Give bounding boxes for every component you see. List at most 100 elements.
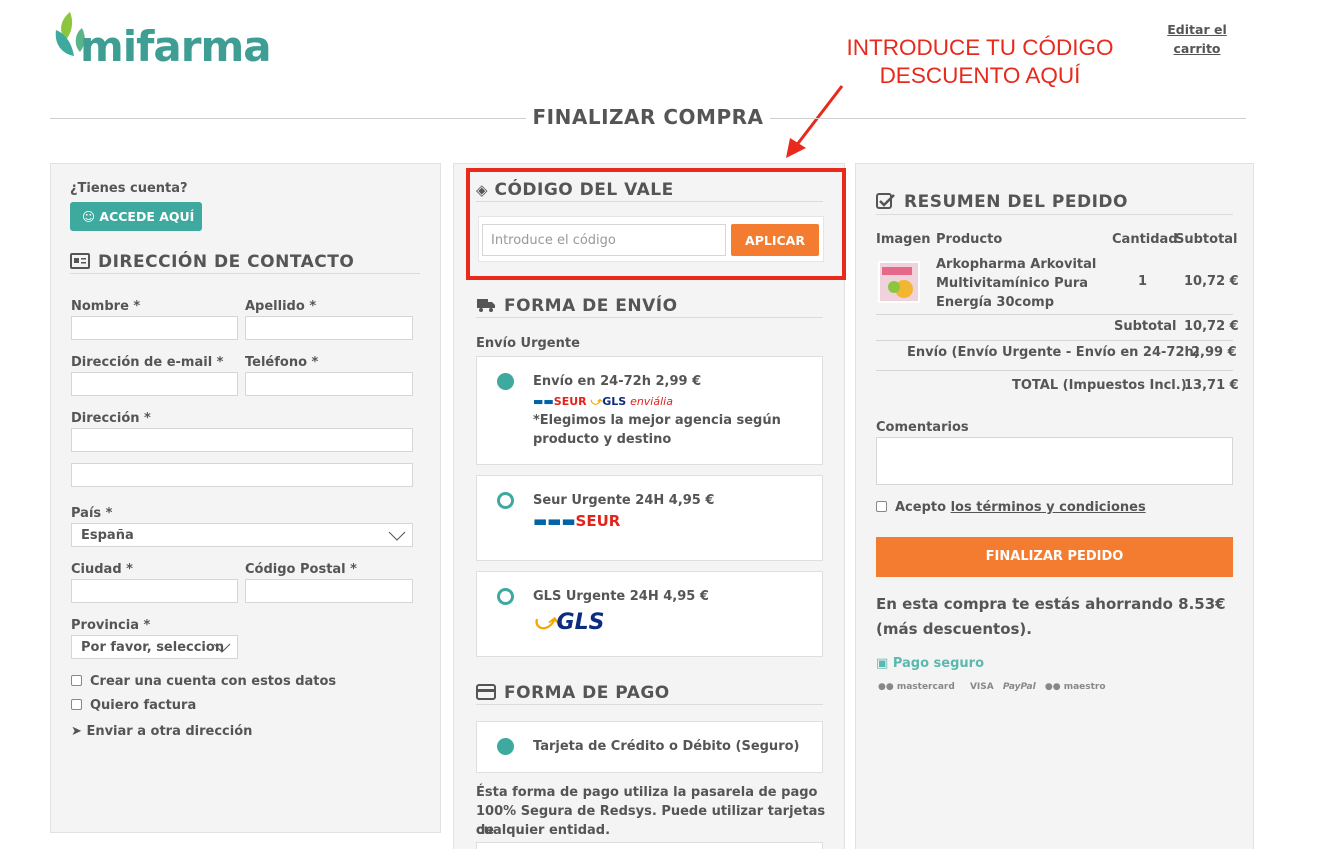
codigo-postal-input[interactable]: [245, 579, 413, 603]
payment-radio-card[interactable]: [497, 738, 514, 755]
create-account-row[interactable]: Crear una cuenta con estos datos: [71, 674, 336, 689]
email-input[interactable]: [71, 372, 238, 396]
finish-order-button[interactable]: FINALIZAR PEDIDO: [876, 537, 1233, 577]
pais-label: País *: [71, 506, 113, 521]
payment-option-card[interactable]: Tarjeta de Crédito o Débito (Seguro): [476, 721, 823, 773]
shipping-radio-seur[interactable]: [497, 492, 514, 509]
secure-payment-text: Pago seguro: [892, 656, 984, 671]
red-arrow-icon: [786, 85, 844, 158]
lock-icon: ▣: [876, 656, 889, 671]
payment-section-title: FORMA DE PAGO: [476, 683, 670, 703]
col-header-image: Imagen: [876, 232, 931, 247]
page-title: FINALIZAR COMPRA: [532, 105, 764, 129]
payment-card-logos: ●● mastercard VISA PayPal ●● maestro: [878, 682, 1118, 692]
invoice-label: Quiero factura: [90, 698, 197, 713]
logo-wordmark: mifarma: [80, 22, 272, 71]
shipping-group-label: Envío Urgente: [476, 336, 580, 351]
contact-title-text: DIRECCIÓN DE CONTACTO: [98, 252, 355, 272]
product-name-line-3: Energía 30comp: [936, 295, 1055, 310]
terms-link[interactable]: los términos y condiciones: [951, 500, 1146, 515]
product-name-line-1: Arkopharma Arkovital: [936, 257, 1097, 272]
payment-description-line-3: cualquier entidad.: [476, 823, 611, 838]
edit-cart-link[interactable]: Editar el carrito: [1160, 20, 1234, 58]
invoice-checkbox[interactable]: [71, 699, 82, 710]
direccion-line2-input[interactable]: [71, 463, 413, 487]
mastercard-icon: ●● mastercard: [878, 682, 955, 692]
product-name[interactable]: Arkopharma Arkovital Multivitamínico Pur…: [936, 255, 1096, 312]
total-label: TOTAL (Impuestos Incl.): [1012, 378, 1187, 393]
truck-icon: [477, 299, 495, 312]
shipping-note-line-1: *Elegimos la mejor agencia según: [533, 413, 781, 428]
summary-rule-2: [876, 340, 1233, 341]
product-price: 10,72 €: [1184, 274, 1239, 289]
nombre-input[interactable]: [71, 316, 238, 340]
mifarma-logo[interactable]: mifarma: [52, 10, 292, 74]
ciudad-label: Ciudad *: [71, 562, 133, 577]
gls-logo: ⤻GLS: [533, 610, 605, 635]
invoice-row[interactable]: Quiero factura: [71, 698, 196, 713]
shipping-option-standard[interactable]: Envío en 24-72h 2,99 € ▬▬SEUR ⤻GLS enviá…: [476, 356, 823, 465]
product-name-line-2: Multivitamínico Pura: [936, 276, 1089, 291]
send-other-address-link[interactable]: ➤ Enviar a otra dirección: [71, 724, 252, 739]
gls-logo-text: GLS: [556, 610, 605, 635]
shipping-cost-label: Envío (Envío Urgente - Envío en 24-72h): [907, 345, 1200, 360]
create-account-checkbox[interactable]: [71, 675, 82, 686]
shipping-option-seur[interactable]: Seur Urgente 24H 4,95 € ▬▬▬SEUR: [476, 475, 823, 561]
summary-title-text: RESUMEN DEL PEDIDO: [904, 192, 1128, 212]
shipping-section-title: FORMA DE ENVÍO: [476, 296, 678, 316]
shipping-option-gls[interactable]: GLS Urgente 24H 4,95 € ⤻GLS: [476, 571, 823, 657]
summary-rule-1: [876, 314, 1233, 315]
codigo-postal-label: Código Postal *: [245, 562, 357, 577]
payment-description-line-1: Ésta forma de pago utiliza la pasarela d…: [476, 785, 818, 800]
nombre-label: Nombre *: [71, 299, 141, 314]
chevron-down-icon: [388, 531, 406, 541]
shipping-column: ◈ CÓDIGO DEL VALE Introduce el código AP…: [453, 163, 846, 849]
terms-row[interactable]: Acepto los términos y condiciones: [876, 500, 1146, 515]
terms-prefix: Acepto: [895, 500, 947, 515]
email-label: Dirección de e-mail *: [71, 355, 224, 370]
product-qty: 1: [1138, 274, 1148, 289]
savings-line-1: En esta compra te estás ahorrando 8.53€: [876, 595, 1226, 613]
ciudad-input[interactable]: [71, 579, 238, 603]
chevron-down-icon: [213, 643, 231, 653]
paypal-icon: PayPal: [1002, 682, 1036, 692]
provincia-select[interactable]: Por favor, seleccion: [71, 635, 238, 659]
apellido-input[interactable]: [245, 316, 413, 340]
visa-icon: VISA: [969, 682, 994, 692]
title-divider-left: [50, 118, 526, 119]
col-header-qty: Cantidad: [1112, 232, 1178, 247]
send-other-label: Enviar a otra dirección: [86, 724, 253, 739]
savings-line-2: (más descuentos).: [876, 620, 1032, 638]
summary-section-title: RESUMEN DEL PEDIDO: [876, 192, 1128, 212]
col-header-product: Producto: [936, 232, 1003, 247]
contact-divider: [70, 273, 420, 274]
direccion-input[interactable]: [71, 428, 413, 452]
annotation-line-2: DESCUENTO AQUÍ: [879, 63, 1081, 88]
credit-card-icon: [476, 684, 496, 700]
have-account-label: ¿Tienes cuenta?: [70, 181, 188, 196]
shipping-note-line-2: producto y destino: [533, 432, 672, 447]
shipping-radio-standard[interactable]: [497, 373, 514, 390]
contact-column: ¿Tienes cuenta? ☺ ACCEDE AQUÍ DIRECCIÓN …: [50, 163, 441, 833]
annotation-highlight-box: [466, 168, 846, 280]
provincia-label: Provincia *: [71, 618, 151, 633]
shipping-radio-gls[interactable]: [497, 588, 514, 605]
total-value: 13,71 €: [1184, 378, 1239, 393]
col-header-subtotal: Subtotal: [1175, 232, 1238, 247]
id-card-icon: [70, 253, 90, 269]
savings-message: En esta compra te estás ahorrando 8.53€ …: [876, 592, 1233, 642]
shipping-cost-value: 2,99 €: [1191, 345, 1237, 360]
summary-divider: [876, 214, 1233, 215]
telefono-input[interactable]: [245, 372, 413, 396]
pais-select[interactable]: España: [71, 523, 413, 547]
payment-title-text: FORMA DE PAGO: [504, 683, 670, 703]
annotation-line-1: INTRODUCE TU CÓDIGO: [846, 35, 1114, 60]
user-icon: ☺: [82, 209, 96, 224]
terms-checkbox[interactable]: [876, 501, 887, 512]
login-button-label: ACCEDE AQUÍ: [99, 209, 195, 224]
login-button[interactable]: ☺ ACCEDE AQUÍ: [70, 202, 202, 231]
comments-textarea[interactable]: [876, 437, 1233, 485]
check-square-icon: [876, 193, 895, 209]
telefono-label: Teléfono *: [245, 355, 319, 370]
shipping-option-seur-label: Seur Urgente 24H 4,95 €: [533, 493, 715, 508]
